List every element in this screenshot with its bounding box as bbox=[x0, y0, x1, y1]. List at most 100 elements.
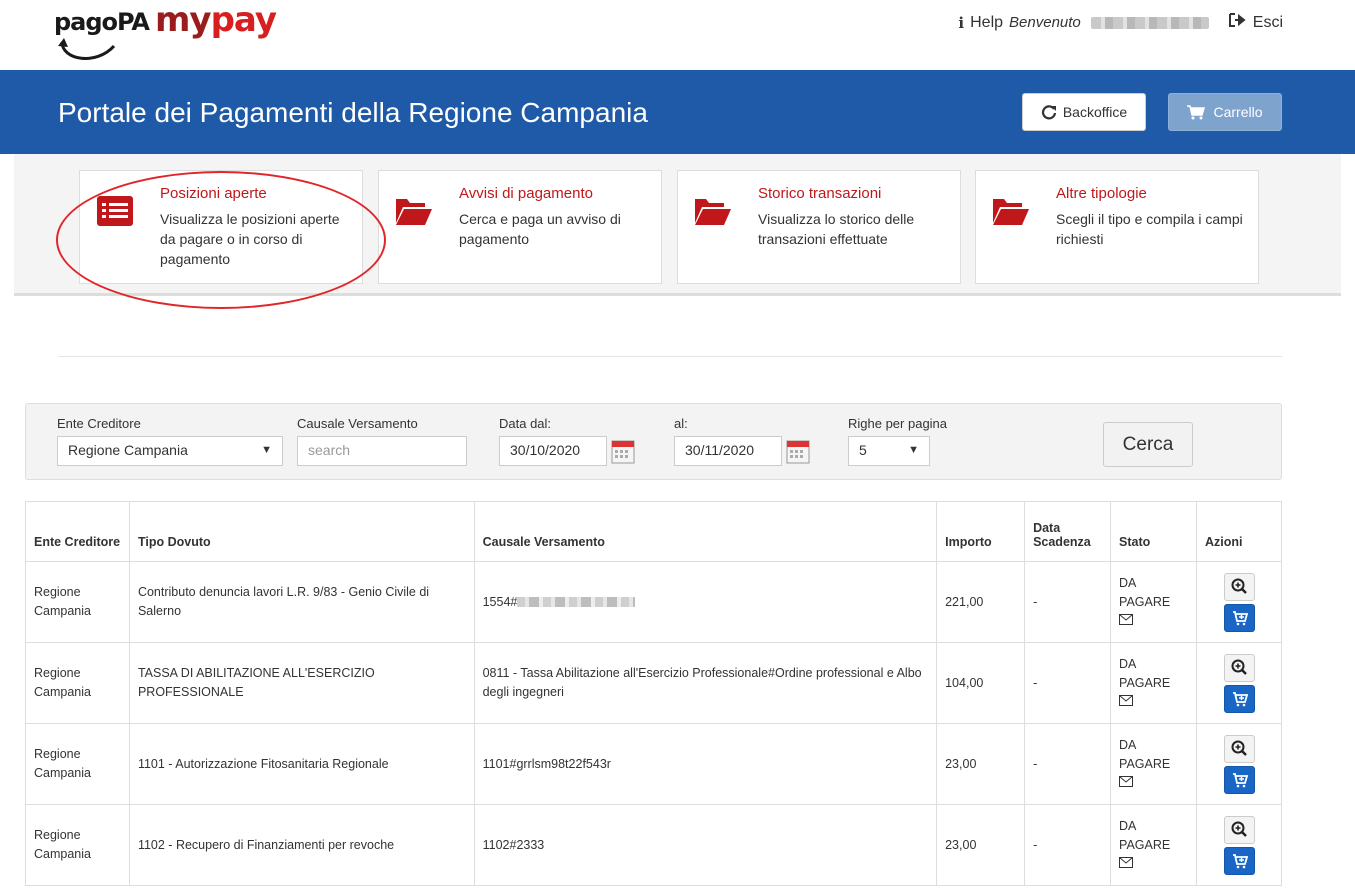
pagopa-logo-text: pagoPA bbox=[54, 8, 150, 36]
causale-text: 1554# bbox=[482, 594, 518, 609]
calendar-icon[interactable] bbox=[611, 438, 635, 464]
tile-avvisi-di-pagamento[interactable]: Avvisi di pagamento Cerca e paga un avvi… bbox=[378, 170, 662, 284]
pagopa-swoosh-icon bbox=[58, 38, 116, 60]
search-button[interactable]: Cerca bbox=[1103, 422, 1193, 467]
data-al-label: al: bbox=[674, 416, 688, 431]
folder-open-icon bbox=[396, 199, 432, 225]
causale-redacted bbox=[517, 597, 636, 608]
data-dal-label: Data dal: bbox=[499, 416, 552, 431]
header-azioni: Azioni bbox=[1196, 501, 1282, 562]
cell-stato: DA PAGARE bbox=[1110, 804, 1197, 886]
cart-icon bbox=[1187, 104, 1206, 119]
cart-plus-icon bbox=[1232, 853, 1248, 868]
data-dal-input[interactable]: 30/10/2020 bbox=[499, 436, 607, 466]
backoffice-button[interactable]: Backoffice bbox=[1022, 93, 1146, 131]
pagopa-logo[interactable]: pagoPA bbox=[54, 8, 150, 60]
tile-title: Storico transazioni bbox=[758, 185, 882, 202]
view-details-button[interactable] bbox=[1223, 815, 1255, 844]
tile-description: Visualizza le posizioni aperte da pagare… bbox=[160, 211, 340, 267]
cell-azioni bbox=[1196, 642, 1282, 724]
user-menu: i Help Benvenuto Esci bbox=[958, 12, 1283, 33]
zoom-in-icon bbox=[1231, 578, 1247, 594]
tile-posizioni-aperte[interactable]: Posizioni aperte Visualizza le posizioni… bbox=[79, 170, 363, 284]
envelope-icon[interactable] bbox=[1119, 775, 1134, 787]
cart-plus-icon bbox=[1232, 772, 1248, 787]
add-to-cart-button[interactable] bbox=[1223, 684, 1255, 713]
divider bbox=[58, 356, 1282, 357]
cell-importo: 104,00 bbox=[936, 642, 1026, 724]
calendar-icon[interactable] bbox=[786, 438, 810, 464]
stato-text: DA PAGARE bbox=[1119, 656, 1171, 690]
cell-tipo-dovuto: 1102 - Recupero di Finanziamenti per rev… bbox=[128, 804, 475, 886]
top-bar: pagoPA mypay i Help Benvenuto Esci bbox=[0, 0, 1355, 70]
cell-stato: DA PAGARE bbox=[1110, 561, 1197, 643]
header-data-scadenza: Data Scadenza bbox=[1024, 501, 1112, 562]
table-row: Regione Campania 1102 - Recupero di Fina… bbox=[25, 804, 1282, 886]
add-to-cart-button[interactable] bbox=[1223, 765, 1255, 794]
cell-data-scadenza: - bbox=[1024, 642, 1112, 724]
cell-importo: 221,00 bbox=[936, 561, 1026, 643]
cell-data-scadenza: - bbox=[1024, 723, 1112, 805]
tile-altre-tipologie[interactable]: Altre tipologie Scegli il tipo e compila… bbox=[975, 170, 1259, 284]
header-causale-versamento: Causale Versamento bbox=[473, 501, 938, 562]
header-stato: Stato bbox=[1110, 501, 1197, 562]
righe-per-pagina-select[interactable]: 5 ▼ bbox=[848, 436, 930, 466]
stato-text: DA PAGARE bbox=[1119, 575, 1171, 609]
mypay-logo[interactable]: mypay bbox=[155, 0, 277, 40]
header-tipo-dovuto: Tipo Dovuto bbox=[128, 501, 475, 562]
sign-out-icon[interactable] bbox=[1228, 12, 1247, 33]
exit-link[interactable]: Esci bbox=[1253, 14, 1283, 32]
data-dal-value: 30/10/2020 bbox=[510, 442, 581, 458]
cell-tipo-dovuto: TASSA DI ABILITAZIONE ALL'ESERCIZIO PROF… bbox=[128, 642, 475, 724]
tile-title: Altre tipologie bbox=[1056, 185, 1147, 202]
view-details-button[interactable] bbox=[1223, 734, 1255, 763]
payments-table: Ente Creditore Tipo Dovuto Causale Versa… bbox=[25, 501, 1282, 886]
table-row: Regione Campania TASSA DI ABILITAZIONE A… bbox=[25, 642, 1282, 724]
cell-tipo-dovuto: Contributo denuncia lavori L.R. 9/83 - G… bbox=[128, 561, 475, 643]
table-row: Regione Campania Contributo denuncia lav… bbox=[25, 561, 1282, 643]
data-al-input[interactable]: 30/11/2020 bbox=[674, 436, 782, 466]
help-link[interactable]: Help bbox=[970, 14, 1003, 32]
info-icon[interactable]: i bbox=[958, 14, 964, 32]
tile-description: Cerca e paga un avviso di pagamento bbox=[459, 211, 621, 247]
envelope-icon[interactable] bbox=[1119, 856, 1134, 868]
stato-text: DA PAGARE bbox=[1119, 737, 1171, 771]
chevron-down-icon: ▼ bbox=[261, 444, 272, 456]
cell-causale-versamento: 0811 - Tassa Abilitazione all'Esercizio … bbox=[473, 642, 938, 724]
add-to-cart-button[interactable] bbox=[1223, 846, 1255, 875]
table-row: Regione Campania 1101 - Autorizzazione F… bbox=[25, 723, 1282, 805]
cell-tipo-dovuto: 1101 - Autorizzazione Fitosanitaria Regi… bbox=[128, 723, 475, 805]
righe-per-pagina-value: 5 bbox=[859, 442, 867, 458]
cell-importo: 23,00 bbox=[936, 723, 1026, 805]
folder-open-icon bbox=[695, 199, 731, 225]
backoffice-label: Backoffice bbox=[1062, 104, 1128, 120]
cart-button[interactable]: Carrello bbox=[1168, 93, 1282, 131]
data-al-value: 30/11/2020 bbox=[685, 442, 755, 458]
chevron-down-icon: ▼ bbox=[908, 444, 919, 456]
tile-description: Visualizza lo storico delle transazioni … bbox=[758, 211, 915, 247]
table-header-row: Ente Creditore Tipo Dovuto Causale Versa… bbox=[25, 501, 1282, 562]
cart-plus-icon bbox=[1232, 691, 1248, 706]
view-details-button[interactable] bbox=[1223, 572, 1255, 601]
ente-creditore-label: Ente Creditore bbox=[57, 416, 141, 431]
view-details-button[interactable] bbox=[1223, 653, 1255, 682]
envelope-icon[interactable] bbox=[1119, 694, 1134, 706]
tile-title: Posizioni aperte bbox=[160, 185, 267, 202]
header-banner: Portale dei Pagamenti della Regione Camp… bbox=[0, 70, 1355, 154]
tile-storico-transazioni[interactable]: Storico transazioni Visualizza lo storic… bbox=[677, 170, 961, 284]
cell-causale-versamento: 1101#grrlsm98t22f543r bbox=[473, 723, 938, 805]
refresh-icon bbox=[1041, 105, 1056, 120]
ente-creditore-value: Regione Campania bbox=[68, 442, 188, 458]
folder-open-icon bbox=[993, 199, 1029, 225]
add-to-cart-button[interactable] bbox=[1223, 603, 1255, 632]
cell-data-scadenza: - bbox=[1024, 804, 1112, 886]
ente-creditore-select[interactable]: Regione Campania ▼ bbox=[57, 436, 283, 466]
causale-search-input[interactable]: search bbox=[297, 436, 467, 466]
cell-azioni bbox=[1196, 804, 1282, 886]
cell-stato: DA PAGARE bbox=[1110, 723, 1197, 805]
mypay-logo-my: my bbox=[155, 0, 212, 40]
cell-azioni bbox=[1196, 723, 1282, 805]
envelope-icon[interactable] bbox=[1119, 613, 1134, 625]
cell-causale-versamento: 1102#2333 bbox=[473, 804, 938, 886]
cell-ente-creditore: Regione Campania bbox=[25, 561, 130, 643]
